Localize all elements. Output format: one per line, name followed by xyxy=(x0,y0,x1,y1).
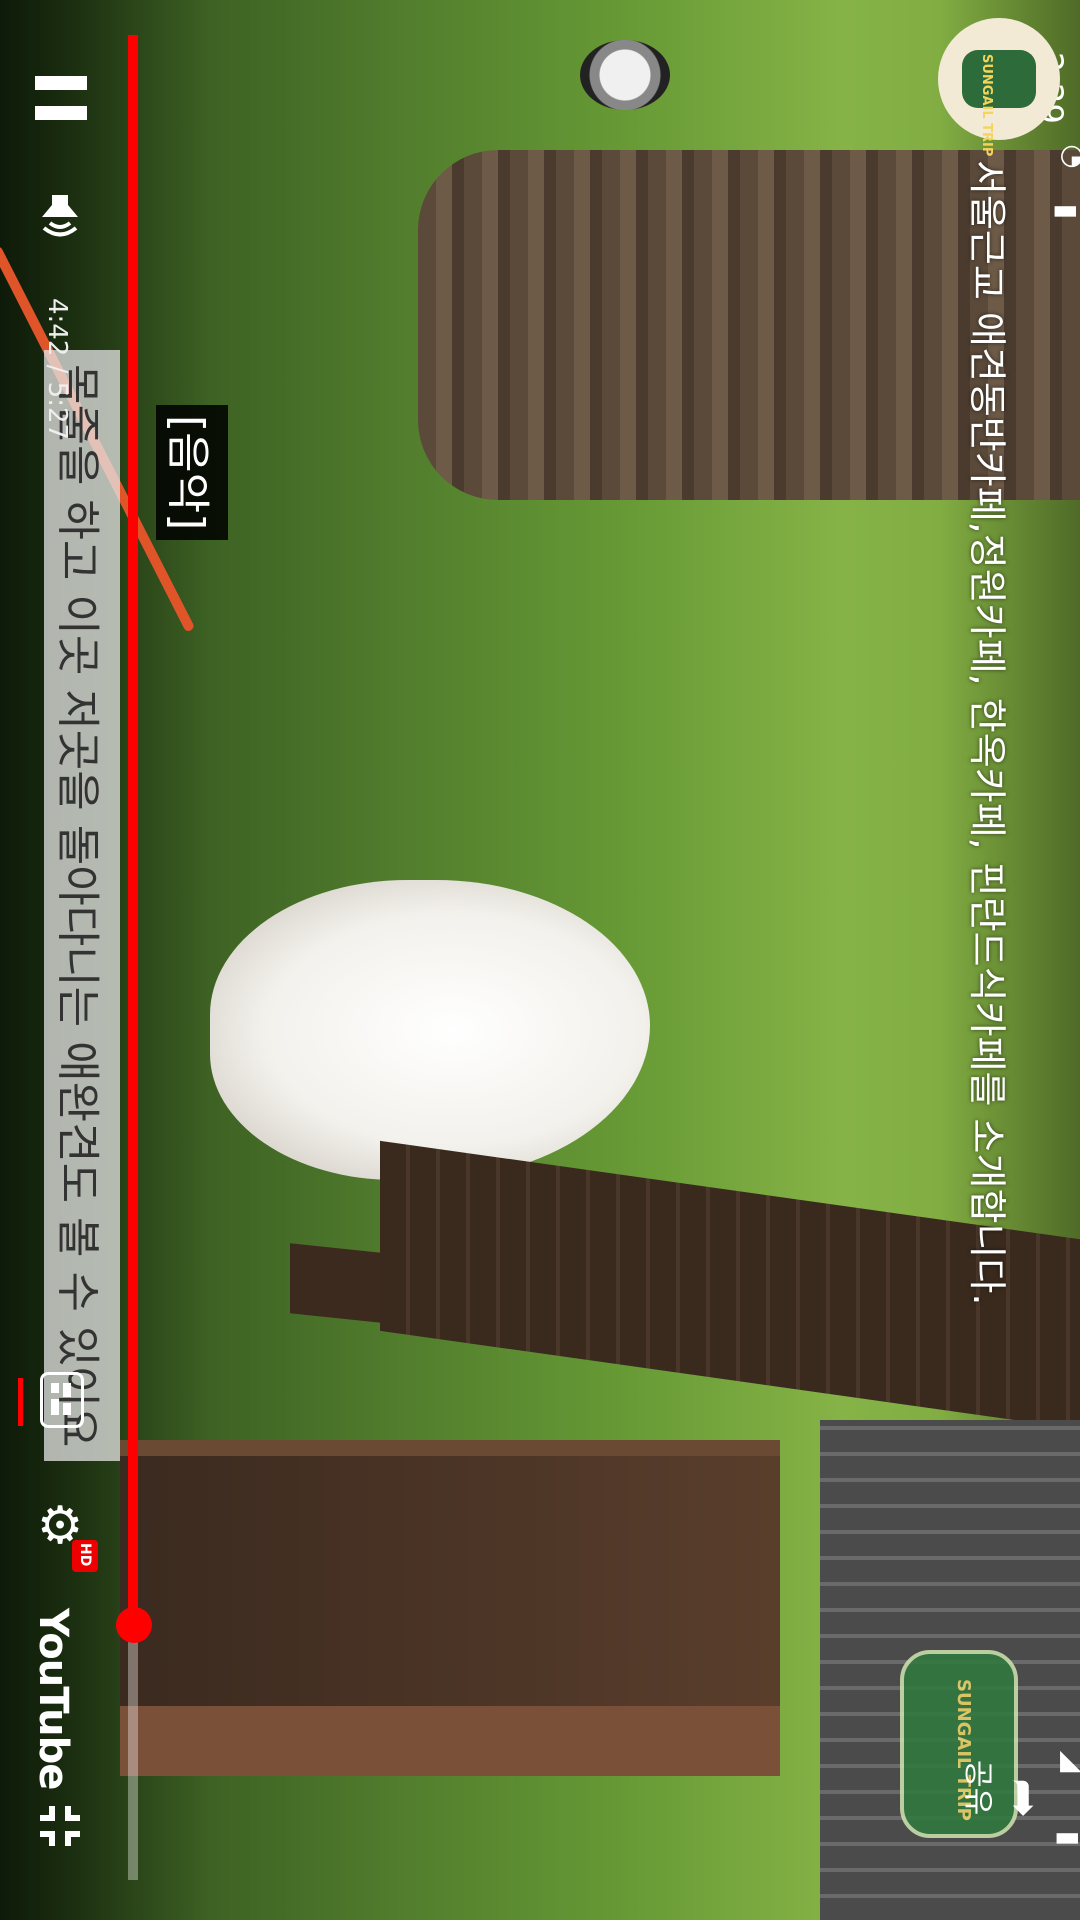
signal-icon: ◢ xyxy=(1056,1751,1080,1773)
volume-button[interactable] xyxy=(30,185,90,245)
video-player[interactable]: 2:29 ◔ ▮ ◢ ▮ SUNGAIL TRIP 서울근교 애견동반카페,정원… xyxy=(0,0,1080,1920)
volume-icon xyxy=(42,195,78,237)
caption-text: 목줄을 하고 이곳 저곳을 돌아다니는 애완견도 볼 수 있어요 xyxy=(44,350,120,1462)
channel-avatar-text: SUNGAIL TRIP xyxy=(979,54,994,157)
pause-icon-bar xyxy=(35,106,87,120)
share-button[interactable]: 공유 xyxy=(959,1760,1003,1815)
garden-lamp xyxy=(580,40,670,110)
white-dog xyxy=(210,880,650,1180)
caption-music-tag: [음악] xyxy=(156,405,228,541)
fullscreen-exit-icon xyxy=(40,1806,80,1846)
captions-active-indicator xyxy=(18,1378,23,1426)
share-icon[interactable]: ➦ xyxy=(996,1778,1052,1826)
channel-avatar[interactable]: SUNGAIL TRIP xyxy=(938,18,1060,156)
battery-icon: ▮ xyxy=(1053,1831,1080,1846)
wifi-icon: ◔ xyxy=(1058,144,1080,168)
pause-button[interactable] xyxy=(35,72,87,124)
time-readout: 4:42 / 5:27 xyxy=(42,298,72,441)
youtube-logo[interactable]: YouTube xyxy=(30,1608,76,1789)
video-title[interactable]: 서울근교 애견동반카페,정원카페, 한옥카페, 핀란드식카페를 소개합니다. xyxy=(963,160,1018,1305)
channel-avatar-badge xyxy=(962,50,1036,108)
sim-icon: ▮ xyxy=(1051,204,1080,219)
hd-badge: HD xyxy=(72,1540,98,1572)
captions-button[interactable] xyxy=(40,1372,84,1428)
pause-icon xyxy=(35,76,87,90)
wooden-bench xyxy=(120,1440,780,1776)
fullscreen-exit-button[interactable] xyxy=(34,1800,86,1852)
captions-icon xyxy=(51,1383,71,1415)
progress-played xyxy=(128,35,138,1626)
